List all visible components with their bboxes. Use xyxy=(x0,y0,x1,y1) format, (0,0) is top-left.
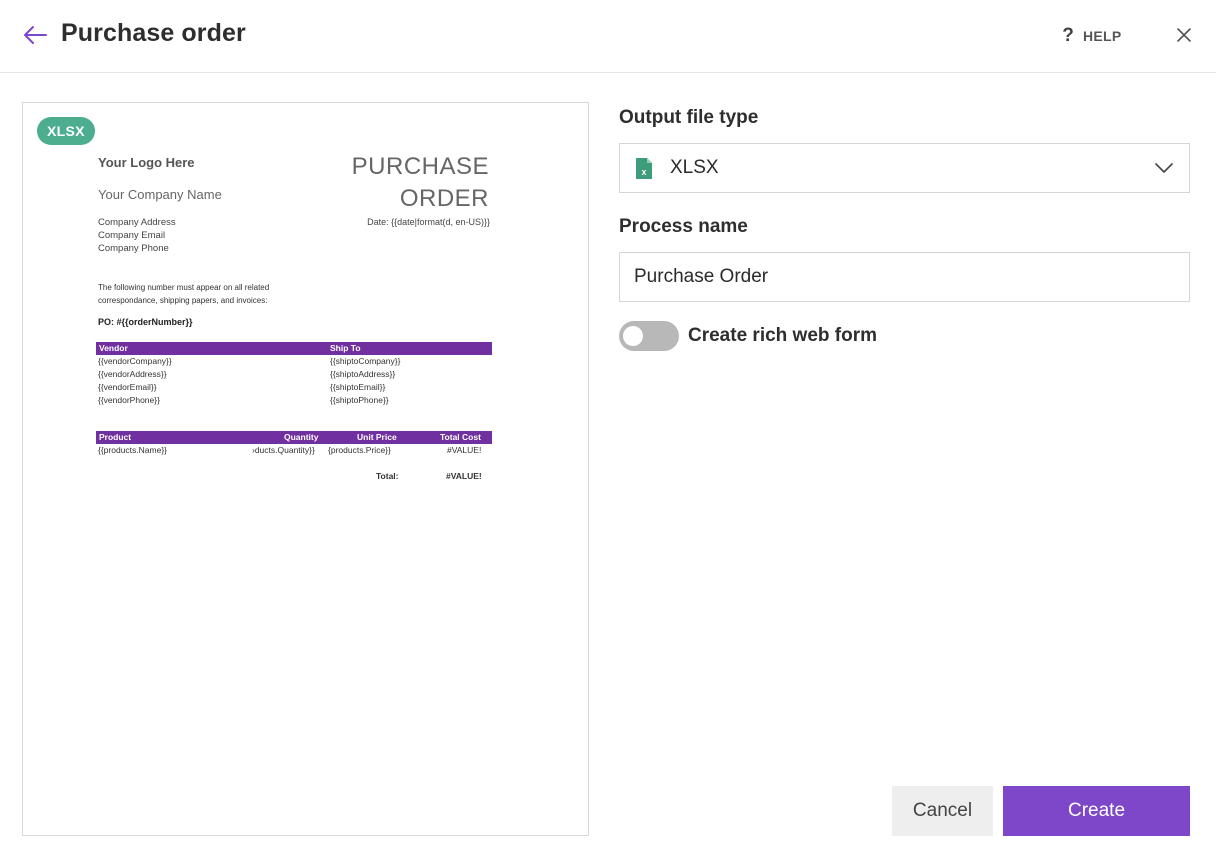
doc-shipto-row: {{shiptoCompany}} xyxy=(330,356,401,366)
doc-date: Date: {{date|format(d, en-US)}} xyxy=(367,217,490,227)
doc-company-email: Company Email xyxy=(98,230,166,241)
doc-title: PURCHASE ORDER xyxy=(352,151,489,215)
doc-vendor-header-bar: Vendor Ship To xyxy=(96,342,492,355)
close-icon[interactable] xyxy=(1175,26,1193,44)
toggle-knob xyxy=(623,326,643,346)
rich-web-form-toggle[interactable] xyxy=(619,321,679,351)
doc-total-cost-cell: #VALUE! xyxy=(447,445,482,455)
doc-unit-price-header: Unit Price xyxy=(357,432,397,442)
doc-vendor-row: {{vendorAddress}} xyxy=(98,369,167,379)
doc-shipto-header: Ship To xyxy=(330,343,361,353)
doc-company-name: Your Company Name xyxy=(98,187,222,202)
doc-price-cell: {products.Price}} xyxy=(328,445,391,455)
process-name-label: Process name xyxy=(619,216,748,237)
doc-shipto-row: {{shiptoAddress}} xyxy=(330,369,396,379)
file-type-badge: XLSX xyxy=(37,117,95,145)
doc-note-line2: correspondance, shipping papers, and inv… xyxy=(98,296,268,305)
document-preview: Your Logo Here Your Company Name Company… xyxy=(23,103,588,835)
doc-company-address: Company Address xyxy=(98,217,176,228)
doc-shipto-row: {{shiptoEmail}} xyxy=(330,382,386,392)
output-type-label: Output file type xyxy=(619,107,759,128)
chevron-down-icon xyxy=(1155,163,1173,173)
xlsx-file-icon: x xyxy=(636,158,652,179)
doc-product-header-bar: Product Quantity Unit Price Total Cost xyxy=(96,431,492,444)
doc-title-line2: ORDER xyxy=(399,185,489,212)
rich-web-form-label: Create rich web form xyxy=(688,325,877,346)
template-preview: Your Logo Here Your Company Name Company… xyxy=(22,102,589,836)
help-button[interactable]: ? HELP xyxy=(1062,24,1122,48)
doc-quantity-header: Quantity xyxy=(284,432,319,442)
doc-vendor-header: Vendor xyxy=(99,343,128,353)
doc-vendor-row: {{vendorCompany}} xyxy=(98,356,172,366)
doc-po-number: PO: #{{orderNumber}} xyxy=(98,317,193,327)
doc-title-line1: PURCHASE xyxy=(351,153,489,180)
doc-product-header: Product xyxy=(99,432,132,442)
doc-total-value: #VALUE! xyxy=(446,471,482,481)
output-type-select[interactable]: x XLSX xyxy=(619,143,1190,193)
process-name-input[interactable] xyxy=(619,252,1190,302)
create-button[interactable]: Create xyxy=(1003,786,1190,836)
doc-logo-text: Your Logo Here xyxy=(98,155,195,170)
doc-company-phone: Company Phone xyxy=(98,243,169,254)
question-mark-icon: ? xyxy=(1062,25,1074,46)
help-label: HELP xyxy=(1083,28,1122,44)
doc-product-cell: {{products.Name}} xyxy=(98,445,167,455)
doc-vendor-row: {{vendorEmail}} xyxy=(98,382,157,392)
doc-quantity-cell: ›ducts.Quantity}} xyxy=(252,445,315,455)
doc-total-label: Total: xyxy=(376,471,399,481)
svg-text:x: x xyxy=(641,167,646,177)
doc-total-cost-header: Total Cost xyxy=(440,432,481,442)
doc-vendor-row: {{vendorPhone}} xyxy=(98,395,160,405)
dialog-header: Purchase order ? HELP xyxy=(0,0,1216,73)
arrow-left-icon[interactable] xyxy=(22,22,48,48)
output-type-value: XLSX xyxy=(670,157,719,178)
doc-note: The following number must appear on all … xyxy=(98,281,328,307)
doc-note-line1: The following number must appear on all … xyxy=(98,283,270,292)
page-title: Purchase order xyxy=(61,19,246,47)
doc-shipto-row: {{shiptoPhone}} xyxy=(330,395,389,405)
cancel-button[interactable]: Cancel xyxy=(892,786,993,836)
